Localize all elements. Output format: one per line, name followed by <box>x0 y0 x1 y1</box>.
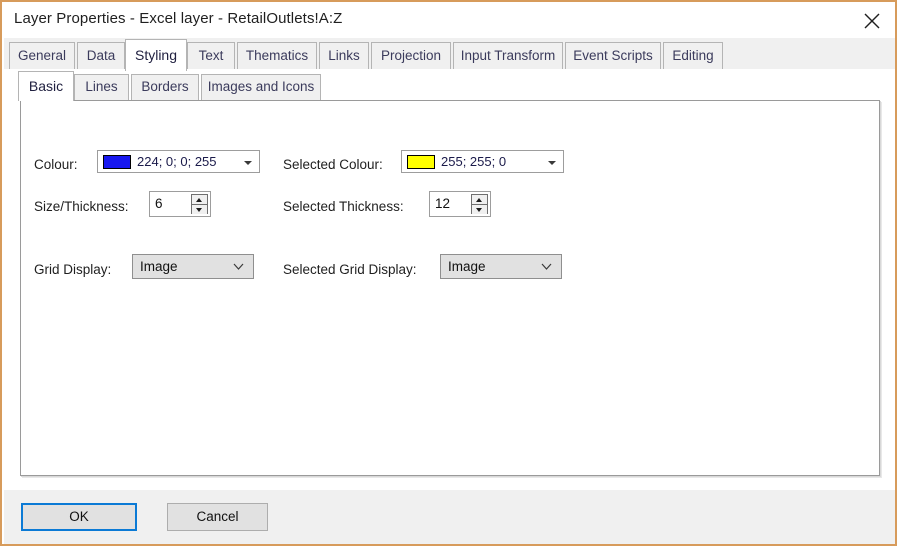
colour-value: 224; 0; 0; 255 <box>137 154 217 169</box>
tab-data[interactable]: Data <box>77 42 125 69</box>
tab-editing[interactable]: Editing <box>663 42 723 69</box>
tab-event-scripts[interactable]: Event Scripts <box>565 42 661 69</box>
chevron-down-icon <box>244 161 252 165</box>
tab-borders[interactable]: Borders <box>131 74 199 100</box>
tab-input-transform[interactable]: Input Transform <box>453 42 563 69</box>
selected-colour-combobox[interactable]: 255; 255; 0 <box>401 150 564 173</box>
cancel-button[interactable]: Cancel <box>167 503 268 531</box>
size-thickness-label: Size/Thickness: <box>34 199 129 215</box>
stepper-down-icon[interactable] <box>472 204 487 214</box>
selected-thickness-spinner[interactable]: 12 <box>429 191 491 217</box>
tab-links[interactable]: Links <box>319 42 369 69</box>
tab-text[interactable]: Text <box>187 42 235 69</box>
colour-swatch <box>103 155 131 169</box>
chevron-down-icon <box>541 263 552 271</box>
layer-properties-dialog: Layer Properties - Excel layer - RetailO… <box>0 0 897 546</box>
selected-grid-display-value: Image <box>448 259 486 274</box>
ok-button[interactable]: OK <box>21 503 137 531</box>
selected-colour-value: 255; 255; 0 <box>441 154 506 169</box>
title-bar: Layer Properties - Excel layer - RetailO… <box>2 2 895 38</box>
selected-colour-label: Selected Colour: <box>283 157 383 173</box>
stepper-up-icon[interactable] <box>192 195 207 204</box>
selected-thickness-label: Selected Thickness: <box>283 199 404 215</box>
chevron-down-icon <box>548 161 556 165</box>
close-button[interactable] <box>849 2 895 36</box>
size-thickness-stepper[interactable] <box>191 194 208 214</box>
tab-images-and-icons[interactable]: Images and Icons <box>201 74 321 100</box>
grid-display-value: Image <box>140 259 178 274</box>
basic-panel: Colour: 224; 0; 0; 255 Selected Colour: … <box>20 100 880 476</box>
colour-label: Colour: <box>34 157 78 173</box>
tab-lines[interactable]: Lines <box>74 74 129 100</box>
styling-page: Basic Lines Borders Images and Icons Col… <box>12 69 889 484</box>
close-icon <box>864 13 880 29</box>
tab-projection[interactable]: Projection <box>371 42 451 69</box>
tab-thematics[interactable]: Thematics <box>237 42 317 69</box>
selected-grid-display-select[interactable]: Image <box>440 254 562 279</box>
selected-thickness-value[interactable]: 12 <box>435 196 450 211</box>
dialog-button-bar: OK Cancel <box>4 489 897 546</box>
size-thickness-value[interactable]: 6 <box>155 196 163 211</box>
tab-styling[interactable]: Styling <box>125 39 187 71</box>
colour-combobox[interactable]: 224; 0; 0; 255 <box>97 150 260 173</box>
tab-basic[interactable]: Basic <box>18 71 74 101</box>
selected-colour-swatch <box>407 155 435 169</box>
stepper-down-icon[interactable] <box>192 204 207 214</box>
grid-display-select[interactable]: Image <box>132 254 254 279</box>
chevron-down-icon <box>233 263 244 271</box>
grid-display-label: Grid Display: <box>34 262 111 278</box>
window-title: Layer Properties - Excel layer - RetailO… <box>14 10 342 27</box>
stepper-up-icon[interactable] <box>472 195 487 204</box>
main-tab-strip: General Data Styling Text Thematics Link… <box>4 38 895 69</box>
selected-thickness-stepper[interactable] <box>471 194 488 214</box>
size-thickness-spinner[interactable]: 6 <box>149 191 211 217</box>
tab-general[interactable]: General <box>9 42 75 69</box>
selected-grid-display-label: Selected Grid Display: <box>283 262 417 278</box>
